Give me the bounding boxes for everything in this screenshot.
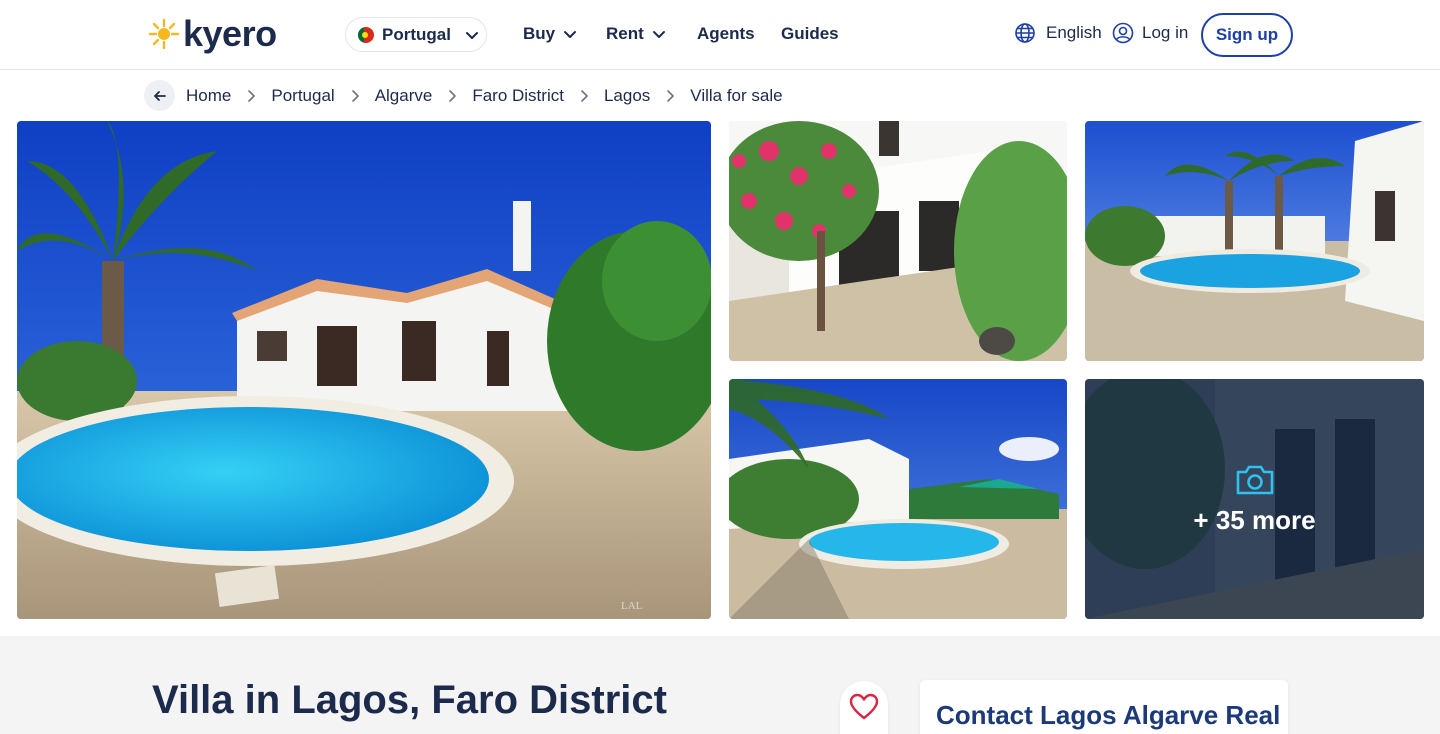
chevron-down-icon	[652, 31, 665, 38]
villa-pool-image: LAL	[17, 121, 711, 619]
breadcrumb-lagos[interactable]: Lagos	[604, 86, 650, 106]
nav-agents[interactable]: Agents	[697, 22, 755, 46]
garden-pool-image	[729, 379, 1067, 619]
nav-guides[interactable]: Guides	[781, 22, 839, 46]
login-link[interactable]: Log in	[1112, 22, 1188, 44]
photo-pool-palms[interactable]	[1085, 121, 1424, 361]
listing-title: Villa in Lagos, Faro District	[152, 678, 667, 722]
main-photo-villa-pool[interactable]: LAL	[17, 121, 711, 619]
more-photos-overlay: + 35 more	[1085, 379, 1424, 619]
nav-agents-label: Agents	[697, 24, 755, 43]
photo-garden-pool[interactable]	[729, 379, 1067, 619]
more-photos-label: + 35 more	[1193, 504, 1316, 535]
heart-icon	[849, 693, 879, 720]
globe-icon	[1015, 23, 1035, 43]
nav-rent-label: Rent	[606, 24, 644, 43]
sun-icon	[147, 17, 181, 51]
breadcrumb-algarve[interactable]: Algarve	[375, 86, 433, 106]
pool-palms-image	[1085, 121, 1424, 361]
user-circle-icon	[1112, 22, 1134, 44]
nav-guides-label: Guides	[781, 24, 839, 43]
portugal-flag-icon	[358, 26, 374, 43]
villa-facade-image	[729, 121, 1067, 361]
chevron-right-icon	[351, 89, 359, 102]
nav-rent[interactable]: Rent	[606, 22, 668, 46]
chevron-right-icon	[581, 89, 588, 102]
breadcrumb-current: Villa for sale	[690, 85, 783, 105]
contact-title: Contact Lagos Algarve Real	[936, 700, 1281, 730]
breadcrumb-portugal[interactable]: Portugal	[271, 86, 334, 106]
breadcrumb: Home Portugal Algarve Faro District Lago…	[144, 80, 783, 111]
language-selector[interactable]: English	[1014, 22, 1102, 44]
chevron-right-icon	[449, 89, 457, 102]
back-button[interactable]	[144, 80, 175, 111]
chevron-right-icon	[248, 89, 256, 102]
language-label: English	[1046, 23, 1102, 42]
arrow-left-icon	[153, 90, 166, 101]
camera-icon	[1236, 465, 1273, 494]
watermark-text: LAL	[621, 600, 643, 612]
signup-button[interactable]: Sign up	[1201, 13, 1293, 57]
chevron-down-icon	[465, 31, 478, 39]
login-label: Log in	[1142, 23, 1189, 42]
contact-agent-card: Contact Lagos Algarve Real	[920, 680, 1288, 734]
breadcrumb-home[interactable]: Home	[186, 86, 231, 106]
country-label: Portugal	[382, 24, 451, 44]
nav-buy-label: Buy	[523, 24, 556, 43]
site-header: kyero Portugal Buy Rent Agents Guides En…	[0, 0, 1440, 70]
photo-more-gallery[interactable]: + 35 more	[1085, 379, 1424, 619]
favorite-button[interactable]	[840, 681, 888, 734]
chevron-right-icon	[667, 89, 675, 102]
chevron-down-icon	[564, 31, 577, 38]
signup-label: Sign up	[1215, 25, 1279, 44]
kyero-logo[interactable]: kyero	[147, 14, 277, 54]
photo-facade-bougainvillea[interactable]	[729, 121, 1067, 361]
breadcrumb-faro-district[interactable]: Faro District	[472, 86, 564, 106]
nav-buy[interactable]: Buy	[523, 22, 579, 46]
logo-text: kyero	[183, 13, 277, 54]
country-selector[interactable]: Portugal	[345, 17, 487, 52]
